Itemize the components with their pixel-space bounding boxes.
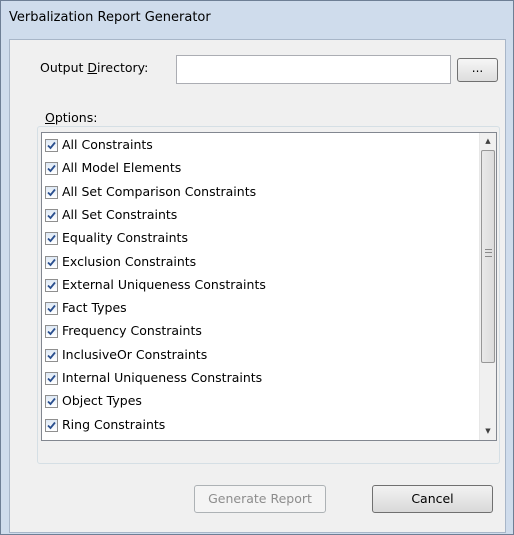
checkbox-checked-icon[interactable]	[45, 349, 58, 362]
option-item[interactable]: InclusiveOr Constraints	[45, 345, 469, 367]
scrollbar-thumb[interactable]	[481, 150, 495, 363]
dialog-client-area: Output Directory: ... Options: All Const…	[9, 39, 506, 533]
option-item[interactable]: Exclusion Constraints	[45, 252, 469, 274]
option-item-label: InclusiveOr Constraints	[62, 347, 208, 362]
option-item[interactable]: Ring Constraints	[45, 415, 469, 437]
option-item[interactable]: All Model Elements	[45, 158, 469, 180]
option-item-label: Internal Uniqueness Constraints	[62, 370, 263, 385]
option-item[interactable]: Frequency Constraints	[45, 321, 469, 343]
option-item[interactable]: All Set Constraints	[45, 205, 469, 227]
browse-button[interactable]: ...	[457, 58, 498, 82]
checkbox-checked-icon[interactable]	[45, 325, 58, 338]
window-title: Verbalization Report Generator	[9, 10, 211, 25]
option-item-label: All Set Comparison Constraints	[62, 184, 257, 199]
checkbox-checked-icon[interactable]	[45, 395, 58, 408]
option-item[interactable]: Fact Types	[45, 298, 469, 320]
option-item[interactable]: Internal Uniqueness Constraints	[45, 368, 469, 390]
dialog-window: Verbalization Report Generator Output Di…	[0, 0, 514, 535]
vertical-scrollbar[interactable]: ▲ ▼	[479, 133, 496, 440]
checkbox-checked-icon[interactable]	[45, 419, 58, 432]
option-item[interactable]: Equality Constraints	[45, 228, 469, 250]
output-directory-input[interactable]	[176, 55, 451, 84]
output-directory-label: Output Directory:	[40, 60, 149, 75]
options-label: Options:	[42, 110, 101, 125]
option-item-label: All Set Constraints	[62, 207, 178, 222]
checkbox-checked-icon[interactable]	[45, 302, 58, 315]
option-item[interactable]: All Set Comparison Constraints	[45, 182, 469, 204]
scroll-down-arrow-icon[interactable]: ▼	[480, 423, 496, 440]
scrollbar-grip-icon	[485, 249, 492, 257]
checkbox-checked-icon[interactable]	[45, 256, 58, 269]
option-item-label: Exclusion Constraints	[62, 254, 197, 269]
option-item[interactable]: External Uniqueness Constraints	[45, 275, 469, 297]
checkbox-checked-icon[interactable]	[45, 372, 58, 385]
options-checklist[interactable]: All Constraints All Model Elements All Set…	[41, 132, 497, 441]
option-item-label: External Uniqueness Constraints	[62, 277, 266, 292]
cancel-button[interactable]: Cancel	[372, 485, 493, 513]
option-item-label: All Model Elements	[62, 160, 182, 175]
option-item-label: Ring Constraints	[62, 417, 166, 432]
option-item-label: All Constraints	[62, 137, 153, 152]
checkbox-checked-icon[interactable]	[45, 186, 58, 199]
option-item-label: Equality Constraints	[62, 230, 188, 245]
option-item-label: Fact Types	[62, 300, 127, 315]
title-bar[interactable]: Verbalization Report Generator	[1, 1, 513, 36]
checkbox-checked-icon[interactable]	[45, 232, 58, 245]
scroll-up-arrow-icon[interactable]: ▲	[480, 133, 496, 150]
checkbox-checked-icon[interactable]	[45, 209, 58, 222]
checkbox-checked-icon[interactable]	[45, 139, 58, 152]
checkbox-checked-icon[interactable]	[45, 279, 58, 292]
generate-report-button[interactable]: Generate Report	[194, 485, 326, 513]
checkbox-checked-icon[interactable]	[45, 162, 58, 175]
option-item-label: Object Types	[62, 393, 142, 408]
option-item[interactable]: Object Types	[45, 391, 469, 413]
option-item[interactable]: All Constraints	[45, 135, 469, 157]
option-item-label: Frequency Constraints	[62, 323, 202, 338]
